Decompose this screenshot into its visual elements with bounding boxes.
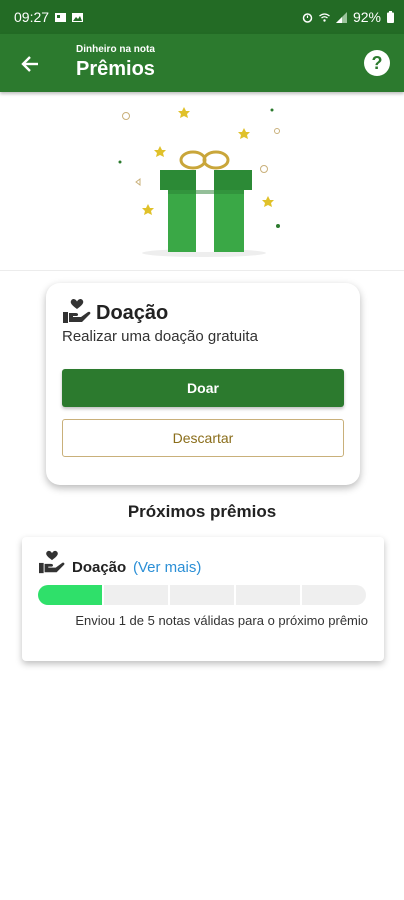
progress-segment-empty [104, 585, 168, 605]
section-divider [0, 270, 404, 271]
reward-description: Realizar uma doação gratuita [62, 328, 258, 345]
arrow-left-icon [21, 56, 38, 72]
next-reward-item: Doação (Ver mais) Enviou 1 de 5 notas vá… [22, 537, 384, 661]
back-button[interactable] [16, 50, 44, 78]
signal-icon [335, 11, 347, 23]
discard-button[interactable]: Descartar [62, 419, 344, 457]
page-subtitle: Dinheiro na nota [76, 44, 155, 55]
help-circle-icon: ? [371, 52, 383, 73]
progress-segment-empty [302, 585, 366, 605]
battery-percent: 92% [352, 9, 381, 25]
image-icon [72, 12, 84, 22]
app-bar: Dinheiro na nota Prêmios ? [0, 34, 404, 92]
see-more-link[interactable]: (Ver mais) [133, 559, 201, 576]
alarm-icon [302, 12, 313, 23]
status-time: 09:27 [14, 9, 50, 25]
reward-card: Doação Realizar uma doação gratuita Doar… [46, 283, 360, 485]
page-title: Prêmios [76, 58, 155, 80]
progress-segment-empty [236, 585, 300, 605]
progress-caption: Enviou 1 de 5 notas válidas para o próxi… [75, 613, 368, 628]
progress-segment-empty [170, 585, 234, 605]
next-rewards-heading: Próximos prêmios [127, 502, 277, 521]
progress-segment-filled [38, 585, 102, 605]
gift-illustration [0, 100, 404, 270]
reward-title: Doação [96, 302, 169, 324]
wifi-icon [319, 12, 330, 22]
help-button[interactable]: ? [364, 50, 390, 76]
status-bar: 09:27 92% [0, 0, 404, 34]
hand-heart-icon [39, 550, 65, 574]
donate-button[interactable]: Doar [62, 369, 344, 407]
gift-icon [118, 107, 280, 257]
notification-icon [55, 12, 67, 22]
hand-heart-icon [63, 299, 91, 323]
reward-progress-bar [38, 585, 366, 605]
next-reward-title: Doação [72, 559, 127, 576]
battery-icon [387, 11, 394, 23]
